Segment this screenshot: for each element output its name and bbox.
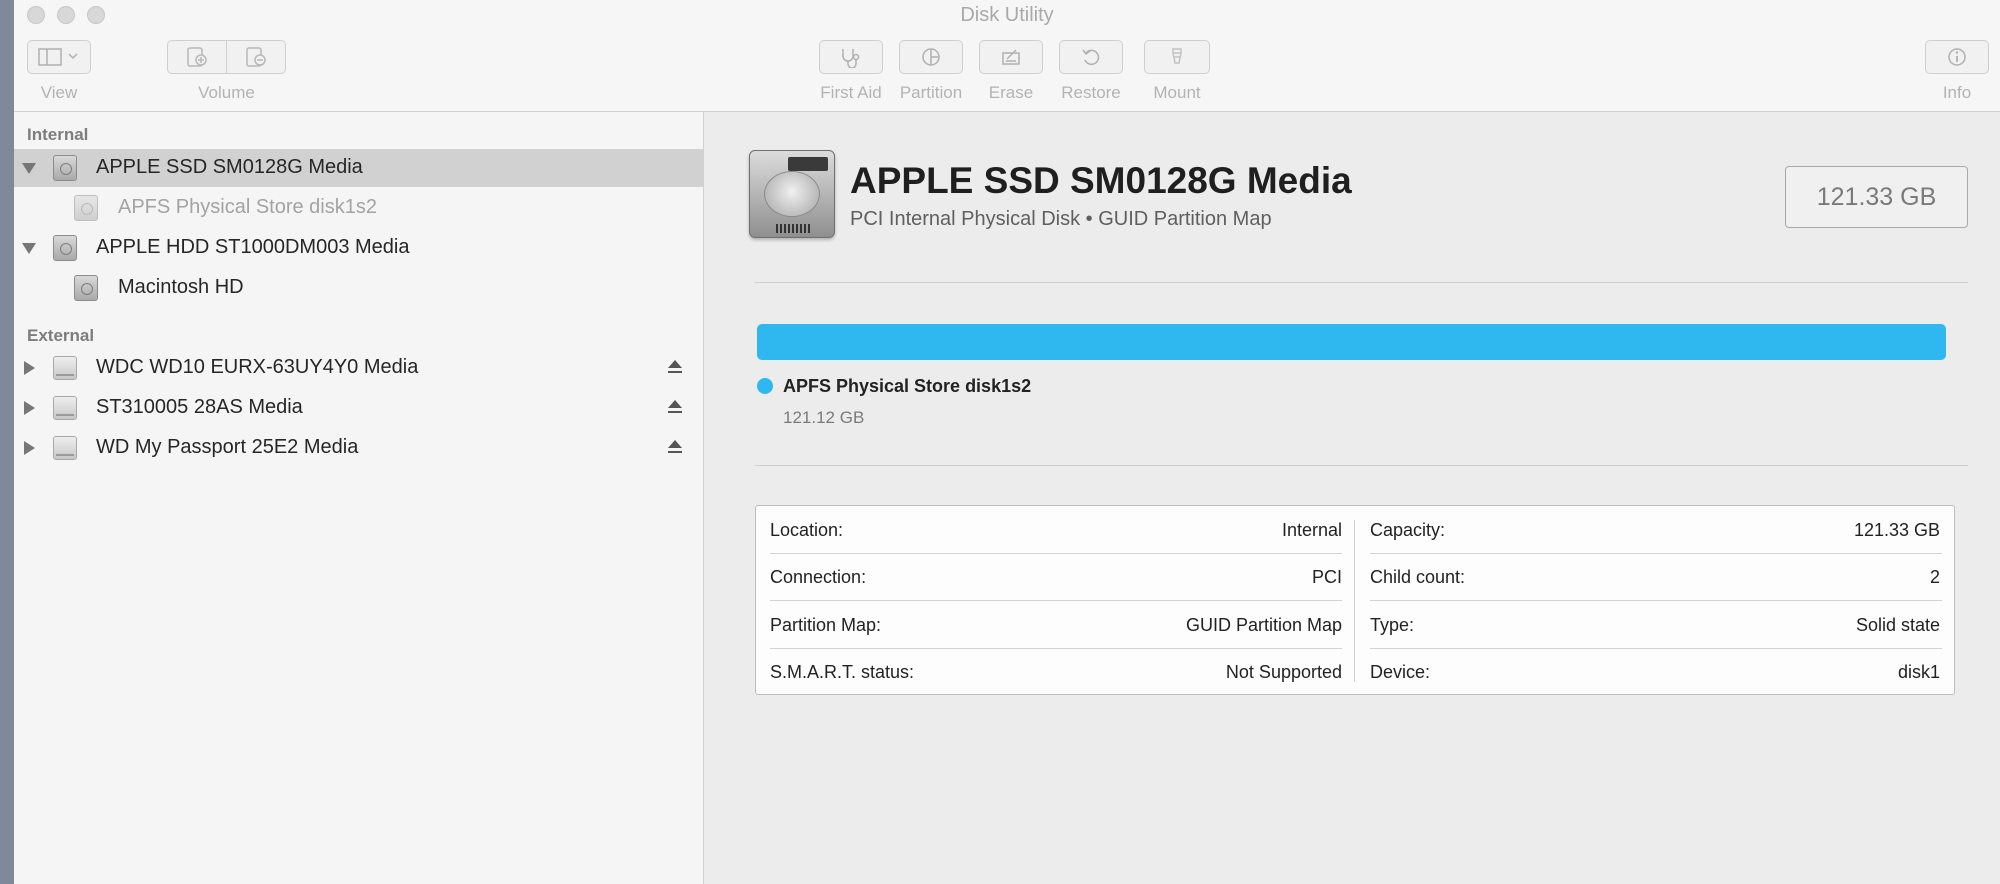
disclosure-triangle-expanded[interactable] [22,241,36,255]
disclosure-triangle-expanded[interactable] [22,161,36,175]
external-drive-icon [53,356,77,380]
view-label: View [40,83,78,102]
sidebar-item-label: APFS Physical Store disk1s2 [118,196,377,218]
partition-name: APFS Physical Store disk1s2 [783,376,1032,396]
external-drive-icon [53,436,77,460]
sidebar-view-icon [38,48,78,66]
sidebar-item-wdc-wd10[interactable]: WDC WD10 EURX-63UY4Y0 Media [14,349,704,387]
partition-pie-icon [922,48,940,66]
add-volume-button[interactable] [167,40,227,74]
sidebar-item-macintosh-hd[interactable]: Macintosh HD [14,269,704,307]
info-key: S.M.A.R.T. status: [770,662,915,682]
disk-title: APPLE SSD SM0128G Media [850,160,1352,201]
sidebar-item-label: WD My Passport 25E2 Media [96,436,359,458]
internal-disk-icon [53,235,77,261]
sidebar-item-wd-passport[interactable]: WD My Passport 25E2 Media [14,429,704,467]
sidebar-item-label: ST310005 28AS Media [96,396,303,418]
info-key: Device: [1370,662,1431,682]
info-value: 121.33 GB [1853,520,1940,540]
info-value: disk1 [1897,662,1940,682]
info-key: Type: [1370,615,1415,635]
disclosure-triangle-collapsed[interactable] [22,401,36,415]
remove-volume-button[interactable] [226,40,286,74]
info-key: Connection: [770,567,867,587]
add-volume-icon [187,47,207,67]
info-button[interactable] [1925,40,1989,74]
disk-info-table: Location: Internal Connection: PCI Parti… [755,505,1955,695]
eject-icon[interactable] [668,440,682,456]
internal-disk-icon [53,155,77,181]
partition-size: 121.12 GB [783,408,865,427]
disk-subtitle: PCI Internal Physical Disk • GUID Partit… [850,208,1272,230]
info-key: Partition Map: [770,615,882,635]
remove-volume-icon [246,47,266,67]
volume-disk-icon [74,275,98,301]
container-disk-icon [74,195,98,221]
info-key: Capacity: [1370,520,1446,540]
info-value: Solid state [1855,615,1940,635]
info-label: Info [1942,83,1972,102]
external-drive-icon [53,396,77,420]
restore-arrow-icon [1082,49,1100,66]
sidebar-item-st310005[interactable]: ST310005 28AS Media [14,389,704,427]
erase-button[interactable] [979,40,1043,74]
hard-drive-icon [749,150,835,238]
external-section-header: External [27,326,95,345]
eject-icon[interactable] [668,360,682,376]
mount-icon [1172,48,1182,64]
info-icon [1948,48,1966,66]
partition-label: Partition [899,83,963,102]
sidebar-item-apfs-store[interactable]: APFS Physical Store disk1s2 [14,189,704,227]
eject-icon[interactable] [668,400,682,416]
sidebar-item-label: WDC WD10 EURX-63UY4Y0 Media [96,356,419,378]
mount-button[interactable] [1144,40,1210,74]
partition-button[interactable] [899,40,963,74]
erase-label: Erase [988,83,1034,102]
sidebar-item-apple-ssd[interactable]: APPLE SSD SM0128G Media [14,149,704,187]
sidebar-item-label: Macintosh HD [118,276,244,298]
sidebar-item-label: APPLE SSD SM0128G Media [96,156,363,178]
stethoscope-icon [842,49,860,68]
info-value: Internal [1281,520,1342,540]
sidebar-item-apple-hdd[interactable]: APPLE HDD ST1000DM003 Media [14,229,704,267]
usage-bar [757,324,1946,360]
column-divider [1354,520,1355,682]
toolbar: Disk Utility View Volume First Aid Parti… [14,0,2000,112]
view-button[interactable] [27,40,91,74]
disclosure-triangle-collapsed[interactable] [22,441,36,455]
first-aid-button[interactable] [819,40,883,74]
disk-detail-pane: APPLE SSD SM0128G Media PCI Internal Phy… [705,112,2000,884]
mount-label: Mount [1153,83,1201,102]
erase-icon [1002,49,1020,65]
info-value: PCI [1311,567,1342,587]
partition-color-dot [757,378,773,394]
sidebar-item-label: APPLE HDD ST1000DM003 Media [96,236,410,258]
capacity-badge: 121.33 GB [1785,166,1968,228]
restore-label: Restore [1061,83,1121,102]
info-key: Child count: [1370,567,1466,587]
disk-utility-window: Disk Utility View Volume First Aid Parti… [14,0,2000,884]
divider [755,465,1968,466]
info-value: GUID Partition Map [1185,615,1342,635]
internal-section-header: Internal [27,125,89,144]
volume-label: Volume [198,83,255,102]
disclosure-triangle-collapsed[interactable] [22,361,36,375]
info-value: 2 [1929,567,1940,587]
divider [755,282,1968,283]
restore-button[interactable] [1059,40,1123,74]
info-value: Not Supported [1225,662,1342,682]
first-aid-label: First Aid [820,83,882,102]
sidebar: Internal APPLE SSD SM0128G Media APFS Ph… [14,112,704,884]
window-title: Disk Utility [960,4,1054,26]
info-key: Location: [770,520,844,540]
